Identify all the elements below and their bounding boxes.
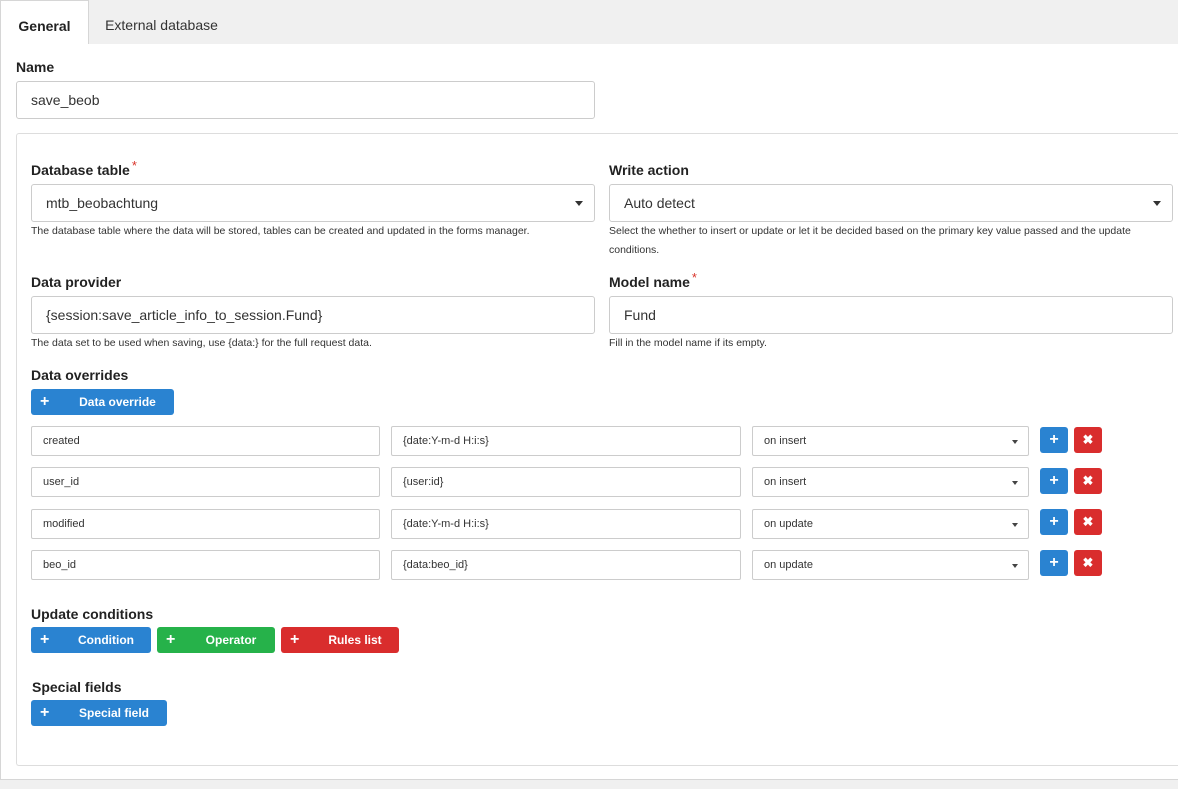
caret-down-icon: [1012, 440, 1018, 444]
plus-icon: +: [290, 631, 300, 648]
times-icon: ✖: [1082, 514, 1094, 529]
required-marker: *: [691, 270, 697, 285]
override-mode-value: on update: [764, 518, 813, 530]
database-table-label: Database table *: [31, 158, 137, 178]
add-rules-list-button[interactable]: + Rules list: [281, 627, 399, 653]
override-mode-value: on update: [764, 559, 813, 571]
plus-icon: +: [40, 631, 50, 648]
override-field-input[interactable]: modified: [31, 509, 380, 539]
name-label: Name: [16, 59, 55, 75]
caret-down-icon: [575, 201, 583, 206]
override-mode-value: on insert: [764, 435, 807, 447]
remove-row-button[interactable]: ✖: [1074, 509, 1102, 535]
name-input[interactable]: save_beob: [16, 81, 595, 119]
database-table-select[interactable]: mtb_beobachtung: [31, 184, 595, 222]
add-row-button[interactable]: +: [1040, 550, 1068, 576]
tab-external-database[interactable]: External database: [89, 0, 234, 44]
plus-icon: +: [1049, 554, 1059, 571]
override-mode-select[interactable]: on update: [752, 509, 1029, 539]
override-value-input[interactable]: {data:beo_id}: [391, 550, 741, 580]
plus-icon: +: [1049, 472, 1059, 489]
add-row-button[interactable]: +: [1040, 468, 1068, 494]
write-action-help-line2: conditions.: [609, 244, 660, 256]
override-mode-select[interactable]: on insert: [752, 426, 1029, 456]
database-table-value: mtb_beobachtung: [46, 195, 159, 211]
caret-down-icon: [1153, 201, 1161, 206]
times-icon: ✖: [1082, 432, 1094, 447]
caret-down-icon: [1012, 523, 1018, 527]
add-data-override-button[interactable]: + Data override: [31, 389, 174, 415]
data-provider-label: Data provider: [31, 274, 122, 290]
form-body: Name save_beob Database table * mtb_beoba…: [0, 44, 1178, 780]
add-special-field-label: Special field: [78, 706, 150, 720]
plus-icon: +: [40, 393, 50, 410]
write-action-value: Auto detect: [624, 195, 695, 211]
model-name-help: Fill in the model name if its empty.: [609, 337, 767, 349]
plus-icon: +: [1049, 513, 1059, 530]
data-overrides-label: Data overrides: [31, 367, 129, 383]
override-mode-value: on insert: [764, 476, 807, 488]
add-row-button[interactable]: +: [1040, 427, 1068, 453]
plus-icon: +: [40, 704, 50, 721]
update-conditions-label: Update conditions: [31, 606, 154, 622]
remove-row-button[interactable]: ✖: [1074, 468, 1102, 494]
add-data-override-label: Data override: [79, 395, 156, 409]
override-value-input[interactable]: {date:Y-m-d H:i:s}: [391, 426, 741, 456]
override-field-input[interactable]: user_id: [31, 467, 380, 497]
times-icon: ✖: [1082, 555, 1094, 570]
database-table-help: The database table where the data will b…: [31, 225, 530, 237]
add-rules-list-label: Rules list: [328, 633, 382, 647]
caret-down-icon: [1012, 481, 1018, 485]
add-operator-label: Operator: [205, 633, 257, 647]
override-mode-select[interactable]: on update: [752, 550, 1029, 580]
add-special-field-button[interactable]: + Special field: [31, 700, 167, 726]
model-name-input[interactable]: Fund: [609, 296, 1173, 334]
data-provider-help: The data set to be used when saving, use…: [31, 337, 372, 349]
special-fields-label: Special fields: [32, 679, 122, 695]
data-provider-input[interactable]: {session:save_article_info_to_session.Fu…: [31, 296, 595, 334]
remove-row-button[interactable]: ✖: [1074, 550, 1102, 576]
required-marker: *: [131, 158, 137, 173]
caret-down-icon: [1012, 564, 1018, 568]
times-icon: ✖: [1082, 473, 1094, 488]
override-field-input[interactable]: created: [31, 426, 380, 456]
write-action-help-line1: Select the whether to insert or update o…: [609, 225, 1131, 237]
override-field-input[interactable]: beo_id: [31, 550, 380, 580]
override-mode-select[interactable]: on insert: [752, 467, 1029, 497]
tab-general[interactable]: General: [0, 0, 89, 45]
model-name-label: Model name *: [609, 270, 697, 290]
write-action-select[interactable]: Auto detect: [609, 184, 1173, 222]
tab-bar: General External database: [0, 0, 1178, 45]
remove-row-button[interactable]: ✖: [1074, 427, 1102, 453]
add-row-button[interactable]: +: [1040, 509, 1068, 535]
plus-icon: +: [1049, 431, 1059, 448]
override-value-input[interactable]: {user:id}: [391, 467, 741, 497]
add-condition-label: Condition: [78, 633, 134, 647]
add-condition-button[interactable]: + Condition: [31, 627, 151, 653]
add-operator-button[interactable]: + Operator: [157, 627, 275, 653]
write-action-label: Write action: [609, 162, 689, 178]
plus-icon: +: [166, 631, 176, 648]
override-value-input[interactable]: {date:Y-m-d H:i:s}: [391, 509, 741, 539]
